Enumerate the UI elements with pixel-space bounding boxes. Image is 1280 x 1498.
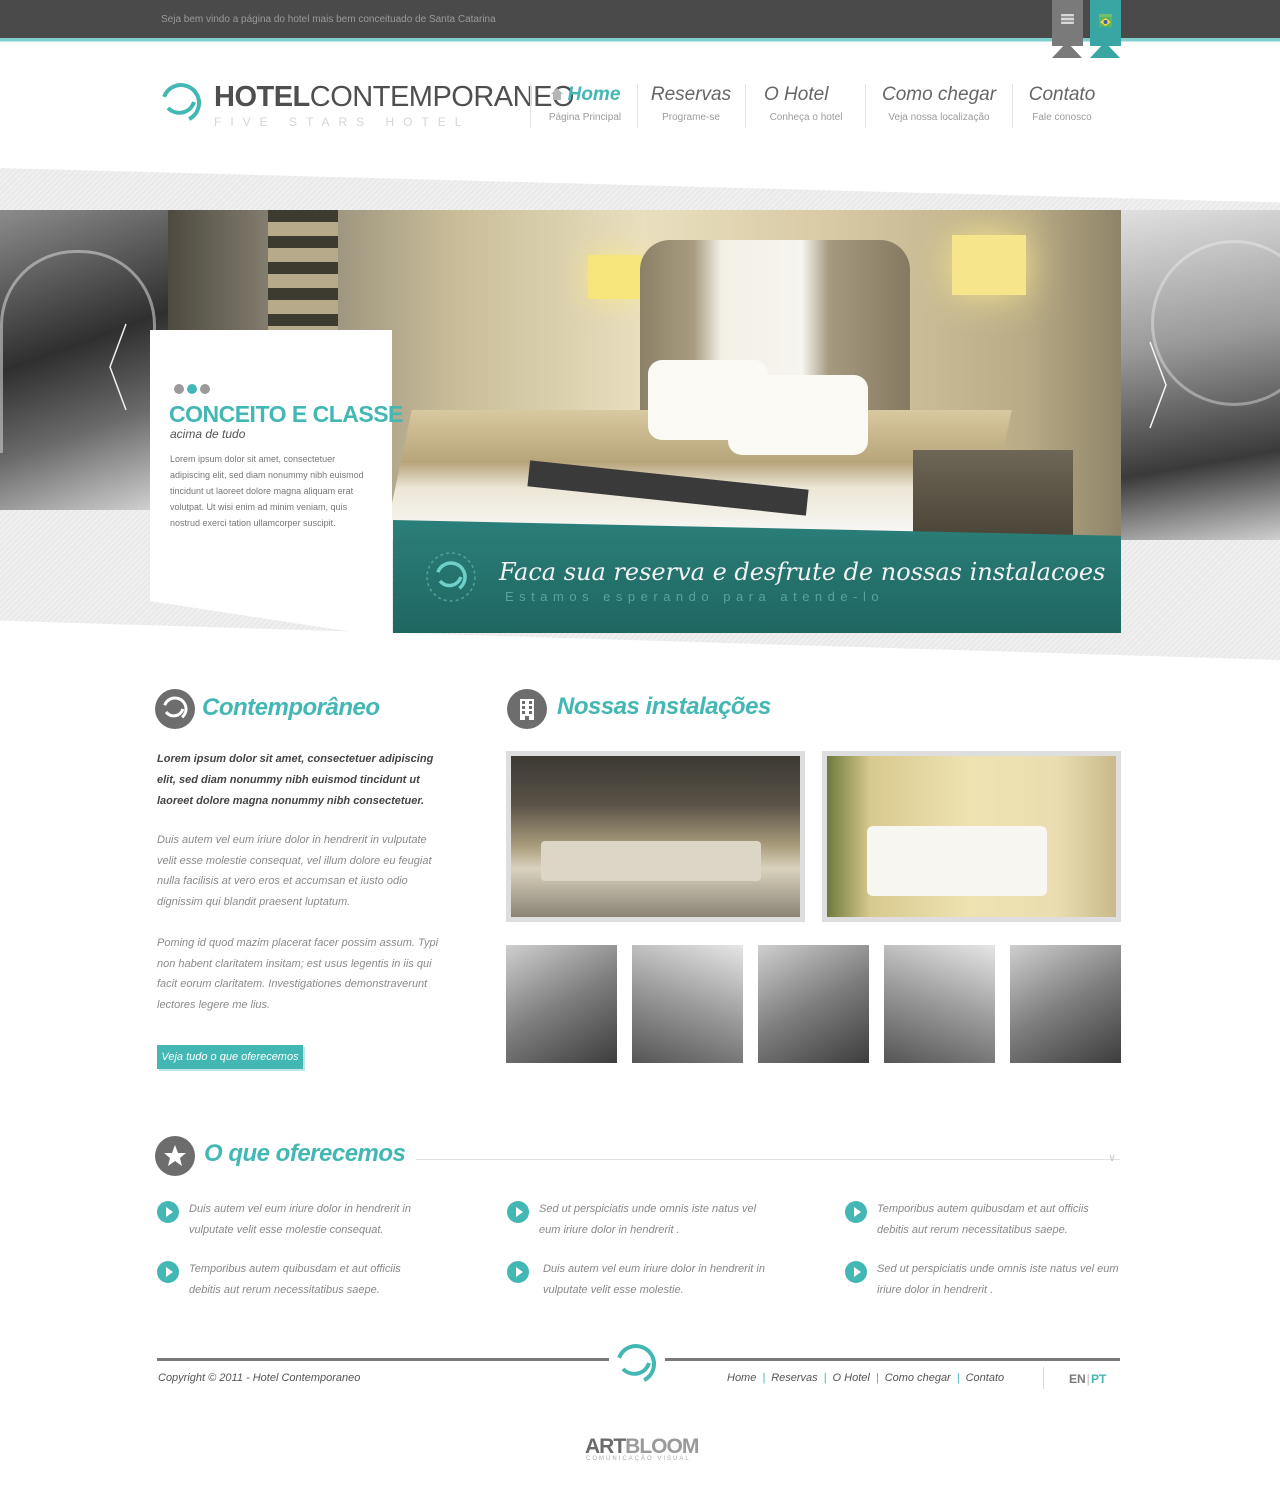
section-divider bbox=[416, 1159, 1120, 1160]
footer-navigation: Home | Reservas | O Hotel | Como chegar | Contat… bbox=[727, 1372, 1005, 1384]
brazil-flag-icon bbox=[1099, 14, 1112, 27]
slider-next-image[interactable] bbox=[1121, 210, 1280, 540]
play-icon[interactable] bbox=[845, 1201, 867, 1223]
language-en-link[interactable]: EN bbox=[1069, 1372, 1086, 1386]
slider-dot[interactable] bbox=[174, 384, 184, 394]
slider-next-arrow-icon[interactable] bbox=[1148, 340, 1168, 430]
nav-label-reservas: Reservas bbox=[650, 84, 732, 105]
copyright-text: Copyright © 2011 - Hotel Contemporaneo bbox=[158, 1372, 361, 1384]
play-icon[interactable] bbox=[845, 1261, 867, 1283]
slider-prev-image[interactable] bbox=[0, 210, 168, 510]
slider-prev-arrow-icon[interactable] bbox=[108, 322, 128, 412]
language-pt-link[interactable]: PT bbox=[1091, 1372, 1106, 1386]
footer-link-como-chegar[interactable]: Como chegar bbox=[885, 1372, 951, 1384]
slider-caption-subtitle: acima de tudo bbox=[170, 427, 246, 441]
top-bar-accent-line bbox=[0, 38, 1280, 42]
agency-name-bold: ART bbox=[585, 1435, 626, 1458]
offer-text: Sed ut perspiciatis unde omnis iste natu… bbox=[877, 1263, 1119, 1296]
nav-item-home[interactable]: Home Página Principal bbox=[540, 84, 630, 130]
hotel-name[interactable]: HOTELCONTEMPORANEO bbox=[214, 82, 574, 112]
gallery-photo-lounge[interactable] bbox=[506, 751, 805, 922]
about-lead: Lorem ipsum dolor sit amet, consectetuer… bbox=[157, 753, 434, 807]
play-icon[interactable] bbox=[507, 1261, 529, 1283]
banner-logo-icon bbox=[424, 550, 478, 604]
nav-sub-home: Página Principal bbox=[548, 112, 622, 123]
language-flag-en[interactable] bbox=[1052, 0, 1083, 58]
gallery-thumbnail[interactable] bbox=[758, 945, 869, 1063]
play-icon[interactable] bbox=[157, 1201, 179, 1223]
nav-item-contato[interactable]: Contato Fale conosco bbox=[1022, 84, 1102, 130]
footer-link-contato[interactable]: Contato bbox=[966, 1372, 1005, 1384]
footer-link-o-hotel[interactable]: O Hotel bbox=[833, 1372, 870, 1384]
nav-separator bbox=[530, 84, 531, 128]
hotel-tagline: FIVE STARS HOTEL bbox=[214, 115, 471, 129]
play-icon[interactable] bbox=[507, 1201, 529, 1223]
slider-dot[interactable] bbox=[200, 384, 210, 394]
offer-text: Sed ut perspiciatis unde omnis iste natu… bbox=[539, 1203, 757, 1236]
nav-item-o-hotel[interactable]: O Hotel Conheça o hotel bbox=[756, 84, 856, 130]
nav-sub-como-chegar: Veja nossa localização bbox=[888, 112, 990, 123]
footer-logo-icon[interactable] bbox=[614, 1342, 658, 1386]
gallery-thumbnail[interactable] bbox=[506, 945, 617, 1063]
nav-separator bbox=[745, 84, 746, 128]
about-paragraph-2: Poming id quod mazim placerat facer poss… bbox=[157, 937, 439, 1011]
footer-link-home[interactable]: Home bbox=[727, 1372, 756, 1384]
nav-label-o-hotel: O Hotel bbox=[764, 84, 829, 105]
gallery-photo-bedroom[interactable] bbox=[822, 751, 1121, 922]
language-flag-pt[interactable] bbox=[1090, 0, 1121, 58]
agency-name-light: BLOOM bbox=[625, 1435, 699, 1458]
hotel-name-bold: HOTEL bbox=[214, 81, 310, 113]
play-icon[interactable] bbox=[157, 1261, 179, 1283]
slider-caption-text: Lorem ipsum dolor sit amet, consectetuer… bbox=[170, 454, 364, 528]
slider-caption-title: CONCEITO E CLASSE bbox=[169, 401, 403, 427]
nav-item-reservas[interactable]: Reservas Programe-se bbox=[648, 84, 734, 130]
contemporaneo-section-icon bbox=[155, 689, 195, 729]
top-bar: Seja bem vindo a página do hotel mais be… bbox=[0, 0, 1280, 38]
building-icon bbox=[507, 689, 547, 729]
slider-pagination bbox=[174, 381, 213, 399]
footer-line bbox=[157, 1358, 609, 1361]
offer-text: Duis autem vel eum iriure dolor in hendr… bbox=[189, 1203, 411, 1236]
nav-sub-reservas: Programe-se bbox=[662, 112, 720, 123]
nav-sub-contato: Fale conosco bbox=[1032, 112, 1092, 123]
about-paragraph-1: Duis autem vel eum iriure dolor in hendr… bbox=[157, 834, 432, 908]
hotel-logo-icon[interactable] bbox=[160, 82, 202, 124]
about-title: Contemporâneo bbox=[202, 694, 380, 721]
home-icon bbox=[550, 85, 564, 100]
offer-text: Duis autem vel eum iriure dolor in hendr… bbox=[543, 1263, 765, 1296]
gallery-thumbnail[interactable] bbox=[1010, 945, 1121, 1063]
language-separator: | bbox=[1086, 1372, 1091, 1386]
offers-title: O que oferecemos bbox=[204, 1140, 406, 1167]
nav-item-como-chegar[interactable]: Como chegar Veja nossa localização bbox=[876, 84, 1002, 130]
us-flag-icon bbox=[1061, 14, 1074, 24]
view-offers-button[interactable]: Veja tudo o que oferecemos bbox=[157, 1045, 303, 1069]
star-icon bbox=[155, 1136, 195, 1176]
nav-separator bbox=[637, 84, 638, 128]
offer-text: Temporibus autem quibusdam et aut offici… bbox=[877, 1203, 1089, 1236]
gallery-thumbnail[interactable] bbox=[884, 945, 995, 1063]
nav-separator bbox=[865, 84, 866, 128]
nav-sub-o-hotel: Conheça o hotel bbox=[769, 112, 843, 123]
nav-label-como-chegar: Como chegar bbox=[881, 84, 997, 105]
banner-arrow-icon[interactable]: › bbox=[1069, 566, 1075, 587]
banner-title: Faca sua reserva e desfrute de nossas in… bbox=[499, 558, 1106, 586]
welcome-message: Seja bem vindo a página do hotel mais be… bbox=[161, 14, 496, 25]
nav-label-contato: Contato bbox=[1028, 84, 1096, 105]
footer-line bbox=[665, 1358, 1120, 1361]
offer-text: Temporibus autem quibusdam et aut offici… bbox=[189, 1263, 401, 1296]
nav-separator bbox=[1012, 84, 1013, 128]
footer-link-reservas[interactable]: Reservas bbox=[771, 1372, 817, 1384]
banner-subtitle: Estamos esperando para atende-lo bbox=[505, 589, 885, 604]
footer-separator bbox=[1043, 1367, 1044, 1389]
gallery-title: Nossas instalações bbox=[557, 693, 771, 720]
language-switcher: EN|PT bbox=[1069, 1372, 1106, 1386]
gallery-thumbnail[interactable] bbox=[632, 945, 743, 1063]
agency-tagline: COMUNICAÇÃO VISUAL bbox=[586, 1456, 691, 1462]
nav-label-home: Home bbox=[567, 84, 621, 105]
slider-dot-active[interactable] bbox=[187, 384, 197, 394]
chevron-down-icon[interactable]: ∨ bbox=[1108, 1151, 1116, 1164]
hotel-name-light: CONTEMPORANEO bbox=[309, 81, 575, 113]
